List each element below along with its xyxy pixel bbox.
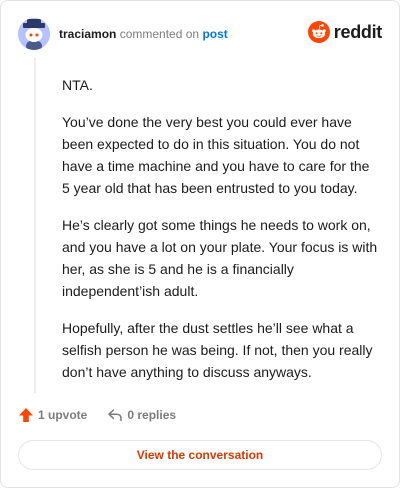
comment-header: traciamon commented on post xyxy=(18,18,228,50)
view-conversation-button[interactable]: View the conversation xyxy=(18,440,382,470)
replies-count: 0 replies xyxy=(127,408,177,422)
reddit-wordmark: reddit xyxy=(333,21,383,42)
reply-arrow-icon xyxy=(108,409,123,422)
thread-line xyxy=(34,57,36,393)
upvote-arrow-icon xyxy=(19,408,33,422)
comment-meta: traciamon commented on post xyxy=(59,27,228,41)
upvote-count: 1 upvote xyxy=(38,408,88,422)
comment-paragraph: He’s clearly got some things he needs to… xyxy=(62,217,378,299)
replies-button[interactable]: 0 replies xyxy=(107,407,176,423)
reddit-logo[interactable]: reddit xyxy=(307,21,383,43)
post-link[interactable]: post xyxy=(202,27,227,41)
comment-actions: 1 upvote 0 replies xyxy=(18,405,176,425)
comment-paragraph: NTA. xyxy=(62,77,93,93)
snoo-avatar-icon[interactable] xyxy=(18,18,50,50)
author-name[interactable]: traciamon xyxy=(59,27,116,41)
action-text: commented on xyxy=(119,27,200,41)
upvote-button[interactable]: 1 upvote xyxy=(18,407,87,423)
embedded-comment-card: traciamon commented on post reddit NTA. … xyxy=(0,0,400,488)
comment-paragraph: Hopefully, after the dust settles he’ll … xyxy=(62,320,373,380)
reddit-alien-icon xyxy=(307,21,330,43)
comment-paragraph: You’ve done the very best you could ever… xyxy=(62,114,370,196)
comment-body: NTA. You’ve done the very best you could… xyxy=(62,74,378,398)
